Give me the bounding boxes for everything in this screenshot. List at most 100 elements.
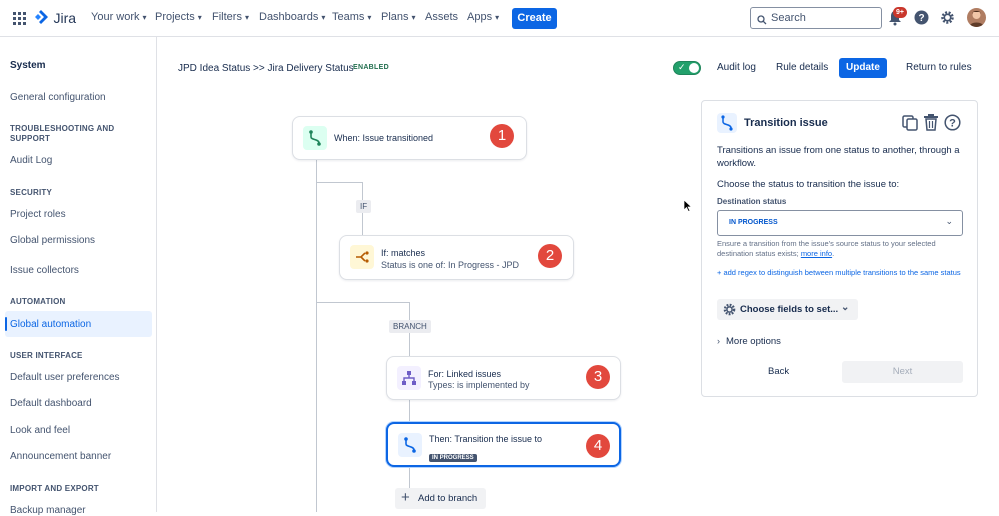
sidebar-item-general-configuration[interactable]: General configuration bbox=[10, 92, 106, 103]
branch-label: BRANCH bbox=[389, 320, 431, 333]
rule-details-button[interactable]: Rule details bbox=[776, 62, 828, 73]
panel-instruction: Choose the status to transition the issu… bbox=[717, 179, 900, 190]
create-button[interactable]: Create bbox=[512, 8, 557, 29]
status-badge: ENABLED bbox=[353, 64, 389, 71]
branch-condition-icon bbox=[350, 245, 374, 269]
destination-status-select[interactable]: IN PROGRESS ⌄ bbox=[717, 210, 963, 236]
chevron-down-icon: ▾ bbox=[411, 13, 416, 22]
linked-issues-icon bbox=[397, 366, 421, 390]
status-lozenge-text: IN PROGRESS bbox=[429, 454, 477, 462]
rule-enabled-toggle[interactable]: ✓ bbox=[673, 61, 701, 75]
sidebar-item-global-permissions[interactable]: Global permissions bbox=[10, 235, 95, 246]
sidebar-item-issue-collectors[interactable]: Issue collectors bbox=[10, 265, 79, 276]
panel-title: Transition issue bbox=[744, 117, 828, 129]
user-avatar[interactable] bbox=[967, 8, 986, 27]
more-options-toggle[interactable]: › More options bbox=[717, 336, 781, 347]
settings-gear-icon[interactable] bbox=[940, 10, 955, 30]
nav-label: Dashboards bbox=[259, 11, 319, 23]
transition-icon bbox=[717, 113, 737, 133]
condition-subtitle: Status is one of: In Progress - JPD bbox=[381, 260, 520, 270]
rule-name: JPD Idea Status >> Jira Delivery Status bbox=[178, 63, 354, 74]
period: . bbox=[832, 249, 835, 258]
mouse-pointer-icon bbox=[683, 199, 693, 217]
flow-connector-line bbox=[316, 182, 362, 183]
trigger-title: When: Issue transitioned bbox=[334, 133, 434, 143]
sidebar-title: System bbox=[10, 60, 46, 71]
check-icon: ✓ bbox=[678, 62, 686, 72]
more-info-link[interactable]: more info bbox=[801, 249, 832, 258]
top-navigation-bar: Jira Your work ▾ Projects ▾ Filters ▾ Dashb… bbox=[0, 0, 999, 37]
audit-log-button[interactable]: Audit log bbox=[717, 62, 756, 73]
destination-help-text: Ensure a transition from the issue's sou… bbox=[717, 239, 967, 259]
chevron-down-icon: ▾ bbox=[367, 13, 372, 22]
plus-icon: + bbox=[401, 489, 410, 506]
update-button[interactable]: Update bbox=[839, 58, 887, 78]
sidebar-item-project-roles[interactable]: Project roles bbox=[10, 209, 66, 220]
trash-icon[interactable] bbox=[923, 114, 939, 136]
transition-icon bbox=[303, 126, 327, 150]
flow-connector-line bbox=[316, 160, 317, 512]
search-placeholder: Search bbox=[771, 12, 806, 24]
search-icon bbox=[757, 12, 767, 32]
nav-teams[interactable]: Teams ▾ bbox=[332, 11, 371, 23]
chevron-down-icon: ▾ bbox=[495, 13, 500, 22]
nav-label: Filters bbox=[212, 11, 242, 23]
nav-filters[interactable]: Filters ▾ bbox=[212, 11, 249, 23]
sidebar-item-look-and-feel[interactable]: Look and feel bbox=[10, 425, 70, 436]
sidebar-item-default-dashboard[interactable]: Default dashboard bbox=[10, 398, 92, 409]
return-to-rules-button[interactable]: Return to rules bbox=[906, 62, 972, 73]
back-button[interactable]: Back bbox=[768, 366, 789, 377]
chevron-down-icon: ⌄ bbox=[841, 302, 850, 313]
add-to-branch-label: Add to branch bbox=[418, 493, 478, 504]
nav-label: Assets bbox=[425, 11, 459, 23]
sidebar-heading-automation: AUTOMATION bbox=[10, 297, 66, 306]
sidebar-item-backup-manager[interactable]: Backup manager bbox=[10, 505, 86, 516]
if-label: IF bbox=[356, 200, 372, 213]
svg-text:?: ? bbox=[918, 13, 924, 24]
svg-text:?: ? bbox=[949, 118, 956, 130]
status-lozenge: IN PROGRESS bbox=[429, 446, 477, 464]
choose-fields-button[interactable]: Choose fields to set... ⌄ bbox=[717, 299, 858, 320]
help-icon[interactable]: ? bbox=[914, 10, 929, 30]
jira-logo[interactable]: Jira bbox=[34, 9, 76, 27]
add-to-branch-button[interactable]: + Add to branch bbox=[395, 488, 486, 509]
sidebar-item-global-automation[interactable]: Global automation bbox=[10, 319, 91, 330]
nav-projects[interactable]: Projects ▾ bbox=[155, 11, 202, 23]
step-number-badge: 4 bbox=[586, 434, 610, 458]
transition-icon bbox=[398, 433, 422, 457]
more-options-label: More options bbox=[726, 336, 781, 347]
sidebar-item-announcement-banner[interactable]: Announcement banner bbox=[10, 451, 111, 462]
chevron-down-icon: ▾ bbox=[142, 13, 147, 22]
sidebar-heading-import-export: IMPORT AND EXPORT bbox=[10, 484, 99, 493]
notifications-badge: 9+ bbox=[893, 7, 907, 18]
sidebar-item-default-user-preferences[interactable]: Default user preferences bbox=[10, 372, 120, 383]
search-input[interactable]: Search bbox=[750, 7, 882, 29]
chevron-right-icon: › bbox=[717, 336, 720, 346]
nav-plans[interactable]: Plans ▾ bbox=[381, 11, 416, 23]
flow-connector-line bbox=[316, 302, 409, 303]
jira-logo-text: Jira bbox=[53, 9, 77, 26]
nav-assets[interactable]: Assets bbox=[425, 11, 458, 23]
nav-label: Projects bbox=[155, 11, 195, 23]
flow-connector-line bbox=[409, 467, 410, 488]
gear-icon bbox=[723, 303, 736, 319]
app-switcher-icon[interactable] bbox=[13, 12, 26, 25]
step-number-badge: 1 bbox=[490, 124, 514, 148]
add-regex-link[interactable]: + add regex to distinguish between multi… bbox=[717, 268, 967, 278]
nav-apps[interactable]: Apps ▾ bbox=[467, 11, 499, 23]
sidebar-heading-security: SECURITY bbox=[10, 188, 53, 197]
help-icon[interactable]: ? bbox=[944, 114, 961, 136]
nav-dashboards[interactable]: Dashboards ▾ bbox=[259, 11, 325, 23]
toggle-knob bbox=[689, 63, 699, 73]
sidebar-active-indicator bbox=[5, 317, 7, 331]
sidebar-heading-user-interface: USER INTERFACE bbox=[10, 351, 83, 360]
nav-label: Plans bbox=[381, 11, 409, 23]
nav-label: Apps bbox=[467, 11, 493, 23]
chevron-down-icon: ▾ bbox=[197, 13, 202, 22]
panel-description: Transitions an issue from one status to … bbox=[717, 145, 960, 169]
nav-your-work[interactable]: Your work ▾ bbox=[91, 11, 147, 23]
duplicate-icon[interactable] bbox=[902, 115, 918, 136]
sidebar-item-audit-log[interactable]: Audit Log bbox=[10, 155, 52, 166]
next-button[interactable]: Next bbox=[842, 361, 963, 383]
branch-title: For: Linked issues bbox=[428, 369, 502, 379]
